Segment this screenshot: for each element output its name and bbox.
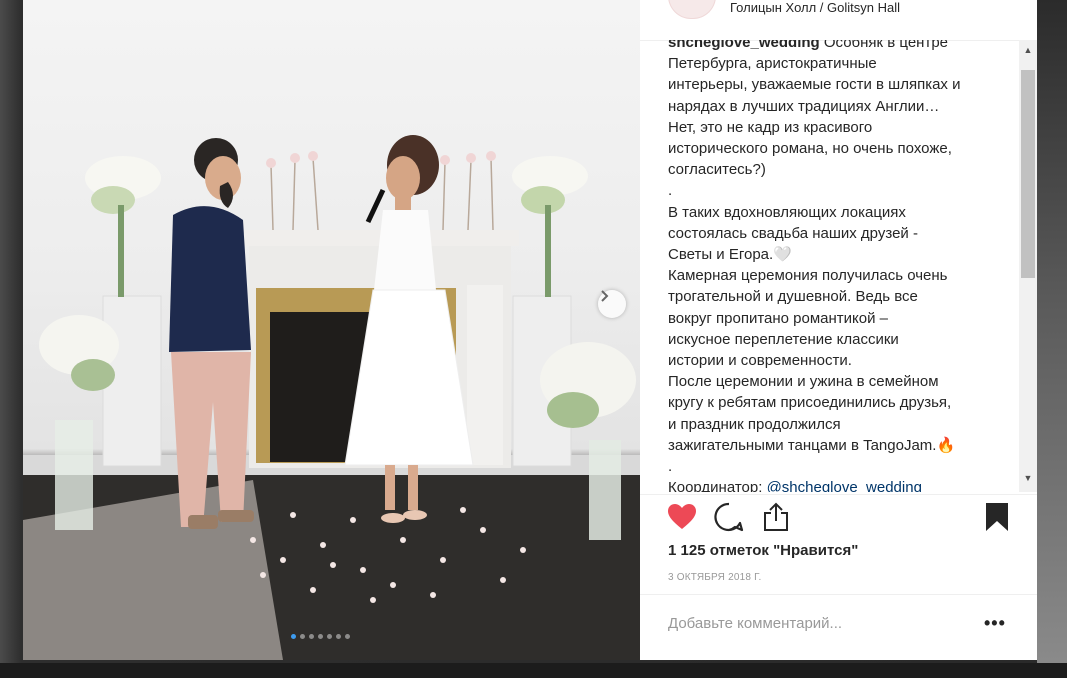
caption-username[interactable]: shcheglove_wedding [668, 40, 820, 51]
caption-line: кругу к ребятам присоединились друзья, [668, 394, 952, 412]
save-button[interactable] [980, 500, 1014, 534]
caption-line: вокруг пропитано романтикой – [668, 309, 888, 327]
caption-line: интерьеры, уважаемые гости в шляпках и [668, 76, 961, 94]
share-icon [764, 502, 788, 531]
caption-line: искусное переплетение классики [668, 330, 899, 348]
comment-icon [714, 502, 744, 532]
caption-line: После церемонии и ужина в семейном [668, 373, 939, 391]
chevron-right-icon [601, 290, 609, 302]
caption-first-line-rest: Особняк в центре [819, 40, 949, 51]
caption-text: shcheglove_wedding Особняк в центре Пете… [668, 40, 998, 492]
caption-line: трогательной и душевной. Ведь все [668, 288, 918, 306]
comment-input[interactable] [668, 615, 968, 632]
caption-line: согласитесь?) [668, 161, 766, 179]
scroll-thumb[interactable] [1021, 70, 1035, 278]
share-button[interactable] [759, 500, 793, 534]
caption-line: состоялась свадьба наших друзей - [668, 224, 918, 242]
like-button[interactable] [665, 500, 699, 534]
caption-scrollbar[interactable]: ▲ ▼ [1019, 40, 1037, 492]
more-options-button[interactable]: ••• [984, 613, 1006, 634]
carousel-dot [309, 634, 314, 639]
caption-line: зажигательными танцами в TangoJam.🔥 [668, 436, 956, 454]
avatar[interactable] [668, 0, 716, 19]
carousel-dot [345, 634, 350, 639]
carousel-dot [327, 634, 332, 639]
coordinator-label: Координатор: [668, 479, 767, 492]
caption-line: Светы и Егора.🤍 [668, 246, 792, 264]
carousel-dot [318, 634, 323, 639]
caption-line: Петербурга, аристократичные [668, 55, 877, 73]
location-link[interactable]: Голицын Холл / Golitsyn Hall [730, 0, 900, 15]
post-date: 3 ОКТЯБРЯ 2018 Г. [668, 572, 762, 583]
comment-button[interactable] [712, 500, 746, 534]
caption-lines: Петербурга, аристократичные интерьеры, ув… [668, 53, 998, 477]
post-details-panel: Голицын Холл / Golitsyn Hall shcheglove_… [640, 0, 1037, 660]
post-header: Голицын Холл / Golitsyn Hall [640, 0, 1037, 41]
post-photo[interactable] [23, 0, 640, 660]
scroll-down-arrow-icon[interactable]: ▼ [1019, 470, 1037, 486]
caption-line: нарядах в лучших традициях Англии… [668, 97, 940, 115]
caption-line: Камерная церемония получилась очень [668, 267, 948, 285]
carousel-dot [300, 634, 305, 639]
comment-area: ••• [640, 594, 1037, 661]
caption-line: истории и современности. [668, 352, 852, 370]
caption-line: исторического романа, но очень похоже, [668, 140, 952, 158]
background-strip [1037, 0, 1067, 663]
caption-line: . [668, 182, 673, 200]
bottom-bar [0, 663, 1067, 678]
carousel-dot [336, 634, 341, 639]
wedding-scene-illustration [23, 135, 640, 660]
caption-line: и праздник продолжился [668, 415, 841, 433]
carousel-next-button[interactable] [598, 290, 626, 318]
action-bar [640, 494, 1037, 543]
bookmark-icon [986, 503, 1008, 531]
heart-icon [668, 504, 696, 529]
caption-line: В таких вдохновляющих локациях [668, 203, 906, 221]
carousel-dot [291, 634, 296, 639]
likes-count[interactable]: 1 125 отметок "Нравится" [668, 542, 858, 559]
caption-area: shcheglove_wedding Особняк в центре Пете… [640, 40, 1037, 492]
caption-line: . [668, 458, 673, 476]
coordinator-mention[interactable]: @shcheglove_wedding [767, 479, 922, 492]
carousel-indicator [291, 634, 350, 639]
caption-first-line: shcheglove_wedding Особняк в центре [668, 40, 998, 53]
caption-line: Нет, это не кадр из красивого [668, 118, 873, 136]
caption-coordinator: Координатор: @shcheglove_wedding [668, 477, 998, 492]
scroll-up-arrow-icon[interactable]: ▲ [1019, 42, 1037, 58]
